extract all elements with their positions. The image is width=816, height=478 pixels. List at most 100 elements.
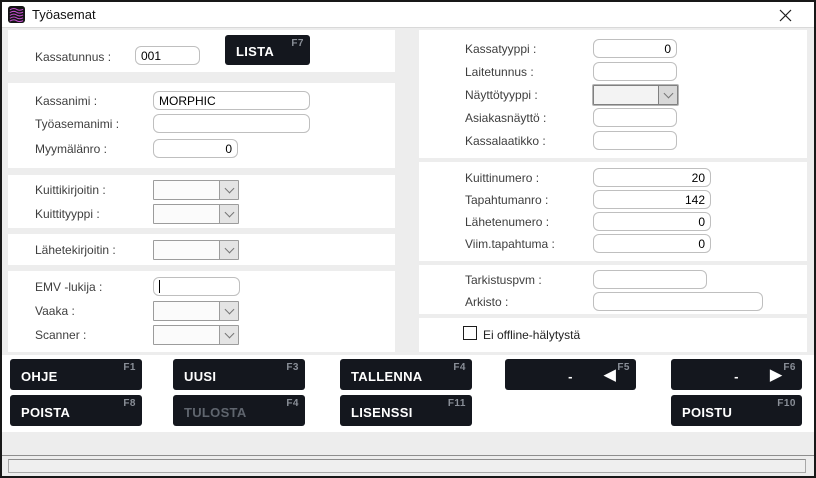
- vaaka-dropdown-button[interactable]: [219, 302, 238, 320]
- close-button[interactable]: [770, 2, 800, 28]
- tulosta-fkey-label: F4: [286, 398, 299, 409]
- offline-alert-checkbox[interactable]: [463, 326, 477, 340]
- arrow-left-icon: ◀: [604, 367, 616, 382]
- app-logo-icon: [8, 6, 25, 23]
- lahetenumero-input[interactable]: [593, 212, 711, 231]
- tarkistuspvm-input[interactable]: [593, 270, 707, 289]
- vaaka-label: Vaaka :: [35, 304, 75, 318]
- previous-button[interactable]: - ◀ F5: [505, 359, 636, 390]
- tyoasemanimi-input[interactable]: [153, 114, 310, 133]
- kassalaatikko-input[interactable]: [593, 131, 677, 150]
- chevron-down-icon: [224, 305, 234, 315]
- uusi-button[interactable]: UUSI F3: [173, 359, 305, 390]
- panel-counters: Kuittinumero : Tapahtumanro : Lähetenume…: [419, 162, 807, 261]
- kassatunnus-label: Kassatunnus :: [35, 50, 111, 64]
- uusi-button-label: UUSI: [184, 369, 216, 384]
- kassanimi-input[interactable]: [153, 91, 310, 110]
- arkisto-input[interactable]: [593, 292, 763, 311]
- laitetunnus-label: Laitetunnus :: [465, 65, 534, 79]
- kuittikirjoitin-dropdown-button[interactable]: [219, 181, 238, 199]
- tyoasemat-window: Työasemat Kassatunnus : LISTA F7 Kassani…: [0, 0, 816, 478]
- arrow-right-icon: ▶: [770, 367, 782, 382]
- ohje-button-label: OHJE: [21, 369, 58, 384]
- laitetunnus-input[interactable]: [593, 62, 677, 81]
- lisenssi-button[interactable]: LISENSSI F11: [340, 395, 472, 426]
- tulosta-button-label: TULOSTA: [184, 405, 247, 420]
- tallenna-button[interactable]: TALLENNA F4: [340, 359, 472, 390]
- poista-button[interactable]: POISTA F8: [10, 395, 142, 426]
- lahetekirjoitin-label: Lähetekirjoitin :: [35, 243, 116, 257]
- poistu-fkey-label: F10: [777, 398, 796, 409]
- nayttotyyppi-dropdown-button[interactable]: [658, 86, 677, 104]
- lista-button[interactable]: LISTA F7: [225, 35, 310, 65]
- emv-input[interactable]: [153, 277, 240, 296]
- nayttotyyppi-select[interactable]: [593, 85, 678, 105]
- viimtapahtuma-label: Viim.tapahtuma :: [465, 237, 555, 251]
- chevron-down-icon: [224, 184, 234, 194]
- lahetenumero-label: Lähetenumero :: [465, 215, 549, 229]
- panel-delivery-printer: Lähetekirjoitin :: [8, 234, 395, 265]
- scanner-label: Scanner :: [35, 328, 86, 342]
- tarkistuspvm-label: Tarkistuspvm :: [465, 273, 542, 287]
- panel-receipt-printer: Kuittikirjoitin : Kuittityyppi :: [8, 175, 395, 228]
- close-icon: [779, 9, 792, 22]
- lisenssi-button-label: LISENSSI: [351, 405, 413, 420]
- poistu-button[interactable]: POISTU F10: [671, 395, 802, 426]
- panel-archive: Tarkistuspvm : Arkisto :: [419, 265, 807, 314]
- kassanimi-label: Kassanimi :: [35, 94, 97, 108]
- previous-button-label: -: [568, 369, 573, 384]
- nayttotyyppi-label: Näyttötyyppi :: [465, 88, 538, 102]
- tallenna-button-label: TALLENNA: [351, 369, 422, 384]
- uusi-fkey-label: F3: [286, 362, 299, 373]
- kassatyyppi-label: Kassatyyppi :: [465, 42, 536, 56]
- lahetekirjoitin-select[interactable]: [153, 240, 239, 260]
- lista-fkey-label: F7: [291, 38, 304, 49]
- lahetekirjoitin-dropdown-button[interactable]: [219, 241, 238, 259]
- lista-button-label: LISTA: [236, 44, 274, 59]
- chevron-down-icon: [224, 208, 234, 218]
- kassalaatikko-label: Kassalaatikko :: [465, 134, 546, 148]
- panel-devices: EMV -lukija : Vaaka : Scanner :: [8, 271, 395, 352]
- status-bar: [8, 459, 806, 473]
- kassatunnus-input[interactable]: [135, 46, 200, 65]
- chevron-down-icon: [224, 244, 234, 254]
- previous-fkey-label: F5: [617, 362, 630, 373]
- tapahtumanro-label: Tapahtumanro :: [465, 193, 548, 207]
- asiakasnaytto-input[interactable]: [593, 108, 677, 127]
- kuittityyppi-label: Kuittityyppi :: [35, 207, 100, 221]
- status-separator: [2, 455, 814, 456]
- panel-register-type: Kassatyyppi : Laitetunnus : Näyttötyyppi…: [419, 30, 807, 158]
- ohje-fkey-label: F1: [123, 362, 136, 373]
- lisenssi-fkey-label: F11: [448, 398, 466, 409]
- viimtapahtuma-input[interactable]: [593, 234, 711, 253]
- poistu-button-label: POISTU: [682, 405, 732, 420]
- next-button-label: -: [734, 369, 739, 384]
- kuittinumero-label: Kuittinumero :: [465, 171, 539, 185]
- vaaka-select[interactable]: [153, 301, 239, 321]
- title-bar: Työasemat: [2, 2, 814, 28]
- poista-button-label: POISTA: [21, 405, 70, 420]
- tapahtumanro-input[interactable]: [593, 190, 711, 209]
- tyoasemanimi-label: Työasemanimi :: [35, 117, 119, 131]
- scanner-select[interactable]: [153, 325, 239, 345]
- kuittikirjoitin-select[interactable]: [153, 180, 239, 200]
- kassatyyppi-input[interactable]: [593, 39, 677, 58]
- kuittityyppi-dropdown-button[interactable]: [219, 205, 238, 223]
- panel-names: Kassanimi : Työasemanimi : Myymälänro :: [8, 83, 395, 168]
- next-button[interactable]: - ▶ F6: [671, 359, 802, 390]
- kuittityyppi-select[interactable]: [153, 204, 239, 224]
- tallenna-fkey-label: F4: [453, 362, 466, 373]
- chevron-down-icon: [224, 329, 234, 339]
- arkisto-label: Arkisto :: [465, 295, 508, 309]
- kuittinumero-input[interactable]: [593, 168, 711, 187]
- ohje-button[interactable]: OHJE F1: [10, 359, 142, 390]
- offline-alert-label: Ei offline-hälytystä: [483, 328, 580, 342]
- window-title: Työasemat: [32, 7, 96, 22]
- myymalanro-label: Myymälänro :: [35, 142, 107, 156]
- scanner-dropdown-button[interactable]: [219, 326, 238, 344]
- tulosta-button[interactable]: TULOSTA F4: [173, 395, 305, 426]
- kuittikirjoitin-label: Kuittikirjoitin :: [35, 183, 106, 197]
- poista-fkey-label: F8: [123, 398, 136, 409]
- myymalanro-input[interactable]: [153, 139, 238, 158]
- emv-label: EMV -lukija :: [35, 280, 102, 294]
